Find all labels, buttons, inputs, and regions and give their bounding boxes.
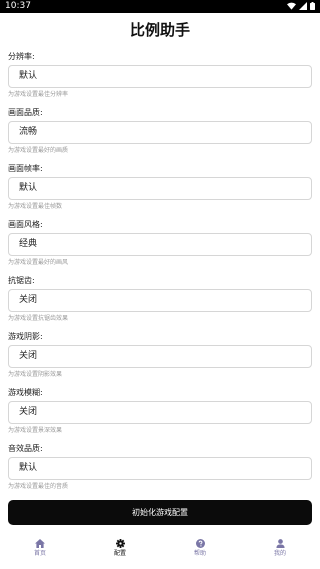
quality-select[interactable]: 流畅 — [8, 121, 312, 144]
framerate-field: 画面帧率: 默认 为游戏设置最佳帧数 — [8, 164, 312, 211]
wifi-icon — [287, 2, 296, 10]
status-time: 10:37 — [5, 1, 31, 11]
field-hint: 为游戏设置抗锯齿效果 — [8, 315, 69, 322]
tab-config[interactable]: 配置 — [80, 534, 160, 562]
status-bar: 10:37 — [0, 0, 320, 13]
field-label: 画面品质: — [8, 108, 43, 117]
field-hint: 为游戏设置阴影效果 — [8, 371, 63, 378]
tab-label: 我的 — [273, 549, 286, 557]
tab-label: 配置 — [113, 549, 126, 557]
resolution-select[interactable]: 默认 — [8, 65, 312, 88]
style-select[interactable]: 经典 — [8, 233, 312, 256]
field-label: 音效品质: — [8, 444, 43, 453]
audio-field: 音效品质: 默认 为游戏设置最佳的音质 — [8, 444, 312, 491]
field-label: 画面风格: — [8, 220, 43, 229]
framerate-select[interactable]: 默认 — [8, 177, 312, 200]
tab-help[interactable]: 帮助 — [160, 534, 240, 562]
home-icon — [35, 538, 45, 548]
field-hint: 为游戏设置景深效果 — [8, 427, 63, 434]
field-hint: 为游戏设置最佳的音质 — [8, 483, 69, 490]
field-label: 分辨率: — [8, 52, 35, 61]
field-label: 游戏模糊: — [8, 388, 43, 397]
resolution-field: 分辨率: 默认 为游戏设置最佳分辨率 — [8, 52, 312, 99]
user-icon — [275, 538, 285, 548]
battery-icon — [310, 2, 315, 10]
field-hint: 为游戏设置最好的画质 — [8, 147, 69, 154]
field-value: 流畅 — [19, 127, 38, 137]
field-value: 关闭 — [19, 295, 38, 305]
field-label: 画面帧率: — [8, 164, 43, 173]
field-value: 关闭 — [19, 407, 38, 417]
status-icons — [287, 2, 315, 10]
bottom-tab-bar: 首页 配置 帮助 我的 — [0, 534, 320, 562]
style-field: 画面风格: 经典 为游戏设置最好的画风 — [8, 220, 312, 267]
field-value: 经典 — [19, 239, 38, 249]
tab-profile[interactable]: 我的 — [240, 534, 320, 562]
field-value: 关闭 — [19, 351, 38, 361]
field-hint: 为游戏设置最佳帧数 — [8, 203, 63, 210]
field-label: 抗锯齿: — [8, 276, 35, 285]
field-value: 默认 — [19, 183, 38, 193]
tab-label: 帮助 — [193, 549, 206, 557]
field-hint: 为游戏设置最佳分辨率 — [8, 91, 69, 98]
field-label: 游戏阴影: — [8, 332, 43, 341]
blur-select[interactable]: 关闭 — [8, 401, 312, 424]
antialias-select[interactable]: 关闭 — [8, 289, 312, 312]
quality-field: 画面品质: 流畅 为游戏设置最好的画质 — [8, 108, 312, 155]
shadow-select[interactable]: 关闭 — [8, 345, 312, 368]
help-icon — [195, 538, 205, 548]
blur-field: 游戏模糊: 关闭 为游戏设置景深效果 — [8, 388, 312, 435]
field-value: 默认 — [19, 463, 38, 473]
field-value: 默认 — [19, 71, 38, 81]
tab-home[interactable]: 首页 — [0, 534, 80, 562]
field-hint: 为游戏设置最好的画风 — [8, 259, 69, 266]
shadow-field: 游戏阴影: 关闭 为游戏设置阴影效果 — [8, 332, 312, 379]
signal-icon — [299, 2, 307, 10]
audio-select[interactable]: 默认 — [8, 457, 312, 480]
gear-icon — [115, 538, 125, 548]
page-title: 比例助手 — [129, 21, 190, 39]
tab-label: 首页 — [33, 549, 46, 557]
antialias-field: 抗锯齿: 关闭 为游戏设置抗锯齿效果 — [8, 276, 312, 323]
init-config-button[interactable]: 初始化游戏配置 — [8, 500, 312, 525]
